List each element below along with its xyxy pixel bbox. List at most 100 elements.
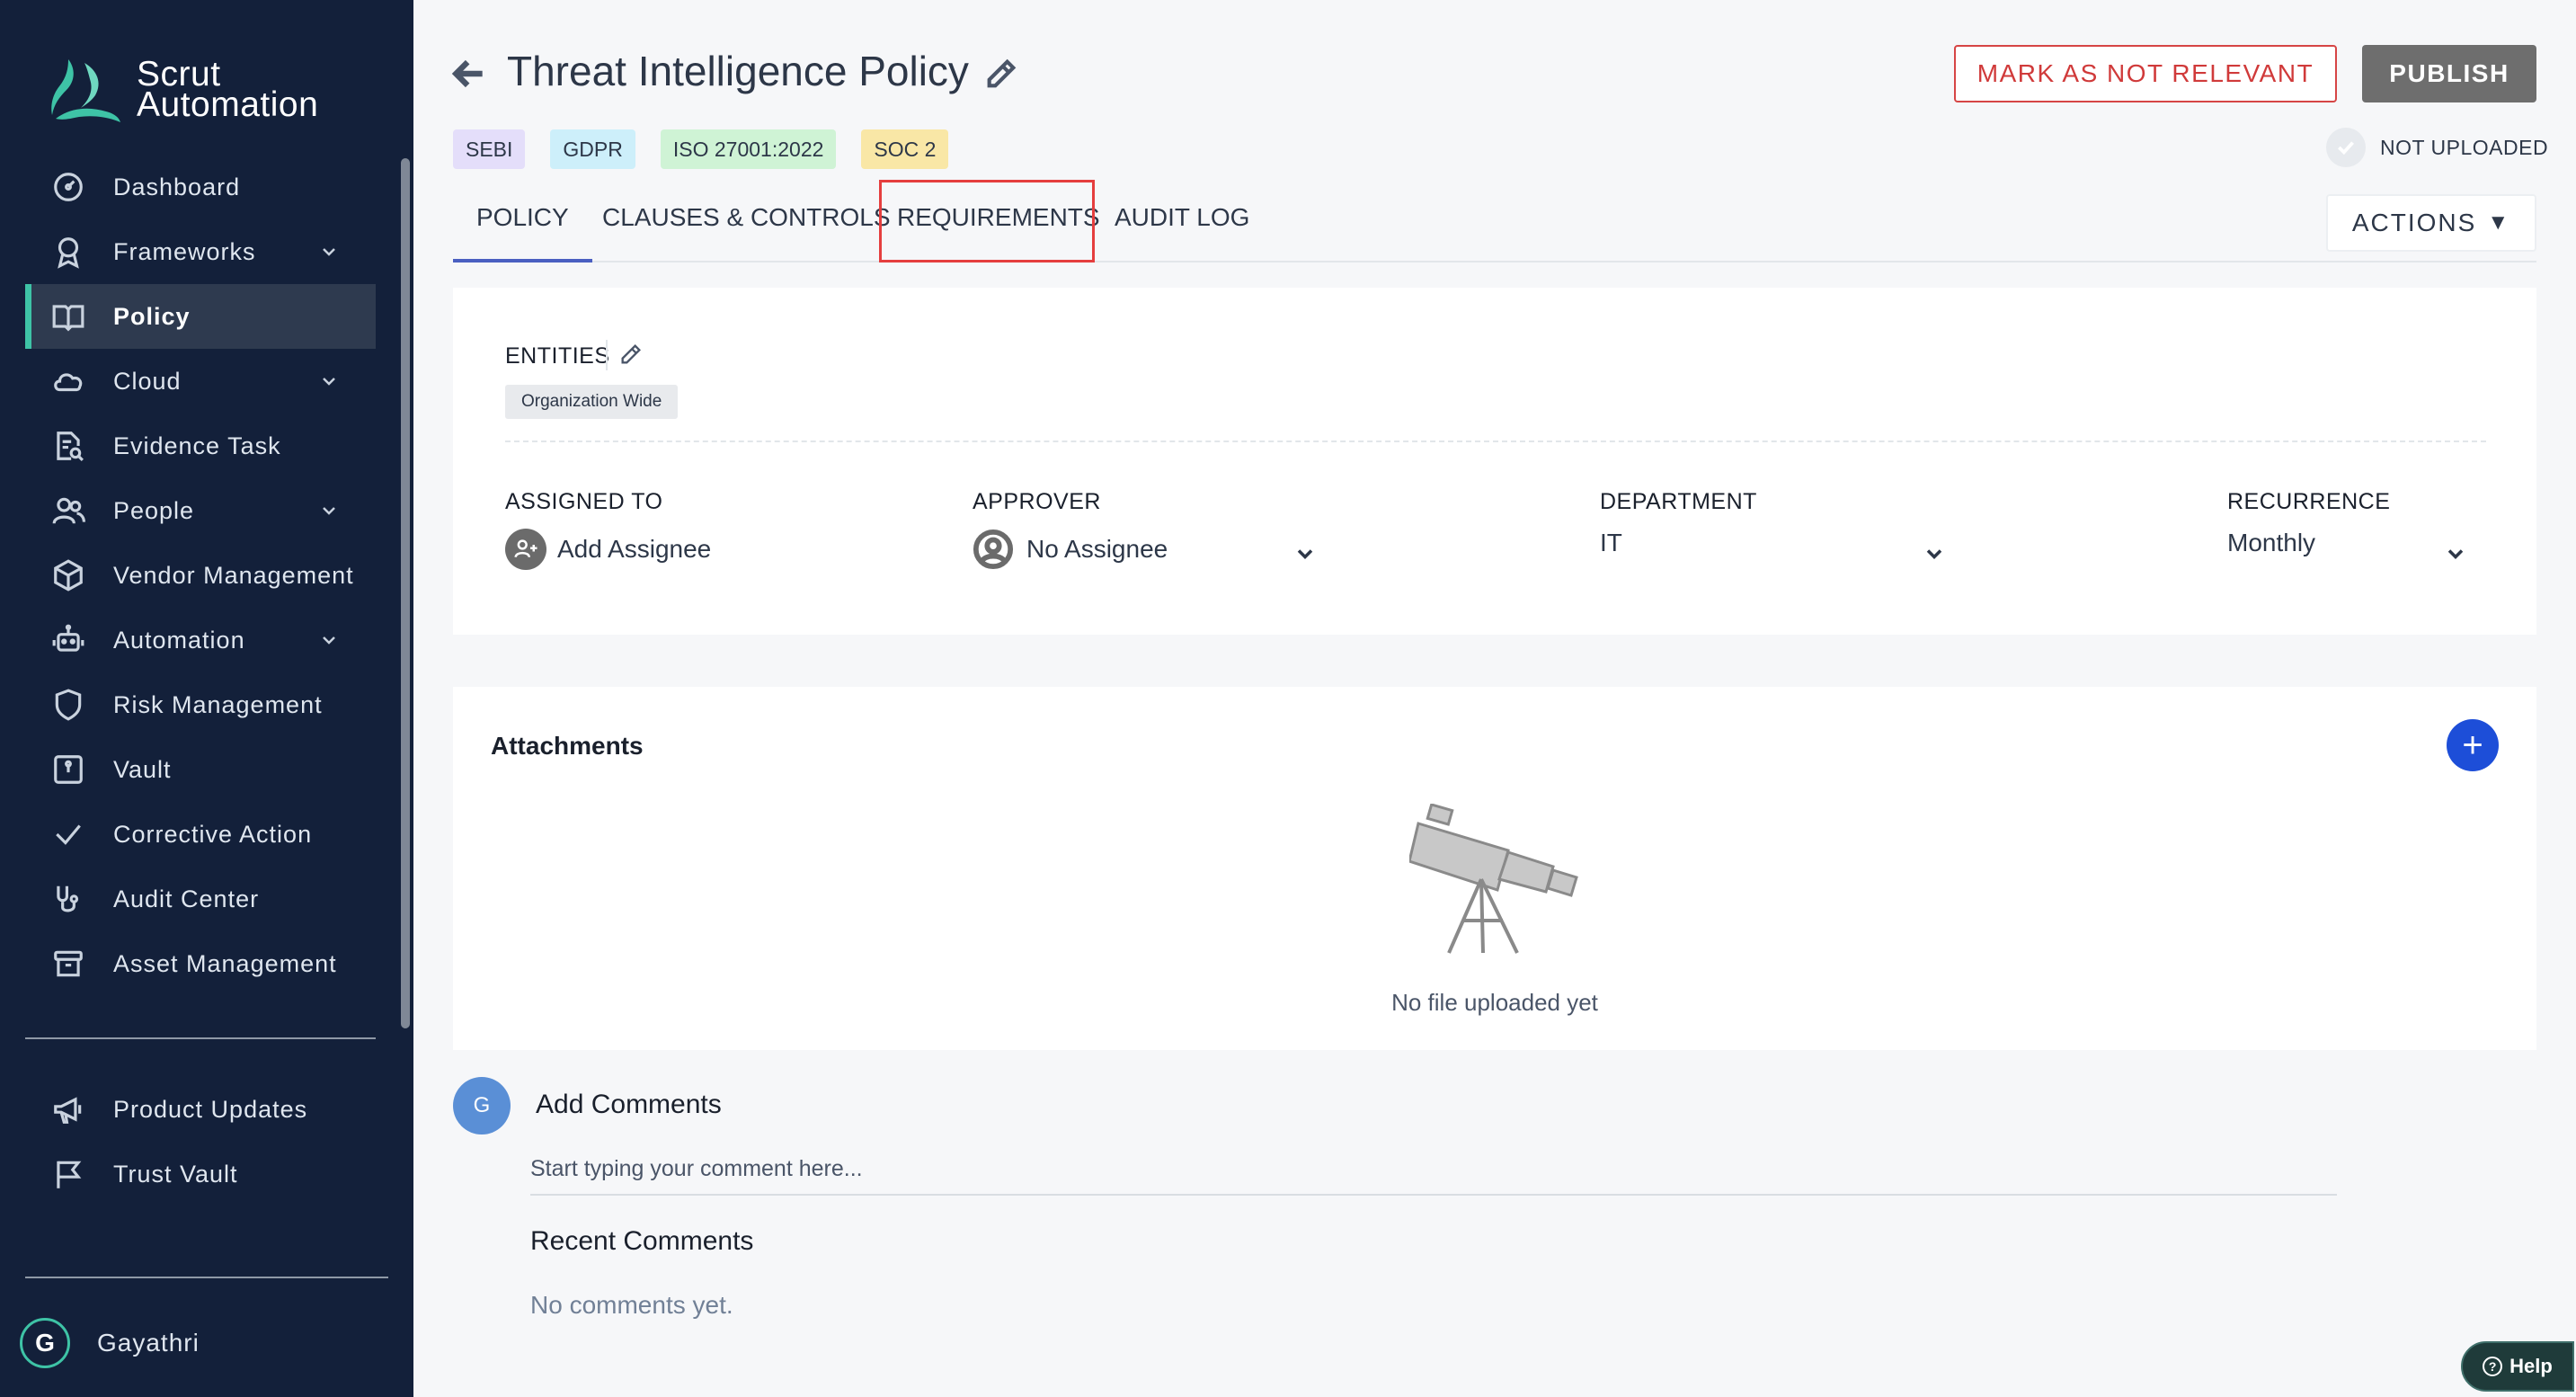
sidebar-item-people[interactable]: People [25,478,376,543]
user-profile[interactable]: G Gayathri [20,1318,200,1368]
sidebar-item-label: Evidence Task [113,432,281,459]
sidebar-item-label: Audit Center [113,885,260,912]
chevron-down-icon[interactable] [1292,541,1318,566]
help-label: Help [2509,1355,2553,1377]
sidebar-item-label: Dashboard [113,173,241,200]
sidebar-item-label: Risk Management [113,690,323,718]
recurrence-label: RECURRENCE [2227,489,2391,514]
brand-name: Scrut Automation [137,57,319,124]
add-attachment-button[interactable]: + [2447,719,2499,771]
avatar: G [20,1318,70,1368]
sidebar-item-product-updates[interactable]: Product Updates [25,1077,376,1142]
tab-audit-log[interactable]: AUDIT LOG [1115,203,1249,232]
policy-details-card: ENTITIES Organization Wide ASSIGNED TO A… [453,288,2536,635]
user-circle-icon [973,529,1014,570]
tab-bar: POLICY CLAUSES & CONTROLS REQUIREMENTS A… [453,185,2536,262]
entities-label: ENTITIES [505,343,610,369]
brand-line2: Automation [137,85,319,124]
attachments-title: Attachments [491,732,644,760]
sidebar-item-cloud[interactable]: Cloud [25,349,376,414]
empty-state-text: No file uploaded yet [1391,989,1598,1016]
user-name: Gayathri [97,1329,200,1357]
check-circle-icon [2326,128,2366,167]
tab-clauses-controls[interactable]: CLAUSES & CONTROLS [602,203,891,232]
recurrence-select[interactable]: Monthly [2227,529,2315,557]
status-badge: NOT UPLOADED [2380,135,2549,159]
tab-policy[interactable]: POLICY [453,203,592,262]
entity-chip: Organization Wide [505,385,679,419]
sidebar-item-frameworks[interactable]: Frameworks [25,219,376,284]
approver-select[interactable]: No Assignee [973,529,1168,570]
actions-dropdown-button[interactable]: ACTIONS ▼ [2326,194,2536,252]
add-user-icon [505,529,546,570]
sidebar-item-label: Vault [113,755,172,783]
publish-button[interactable]: PUBLISH [2362,45,2536,102]
chevron-down-icon[interactable] [318,500,340,521]
sidebar-item-vault[interactable]: Vault [25,737,376,802]
recent-comments-title: Recent Comments [530,1226,754,1256]
requirements-tab-highlight [879,180,1095,262]
brand-logo[interactable]: Scrut Automation [49,56,318,124]
sidebar-divider [25,1037,376,1039]
back-arrow-icon[interactable] [449,54,489,93]
caret-down-icon: ▼ [2487,210,2511,235]
stethoscope-icon [50,881,86,917]
chevron-down-icon[interactable] [318,370,340,392]
sidebar-item-dashboard[interactable]: Dashboard [25,155,376,219]
page-title: Threat Intelligence Policy [507,48,969,94]
sidebar-item-risk-management[interactable]: Risk Management [25,672,376,737]
add-assignee-label: Add Assignee [557,535,712,563]
add-assignee-button[interactable]: Add Assignee [505,529,711,570]
sidebar-item-corrective-action[interactable]: Corrective Action [25,802,376,867]
add-comments-title: Add Comments [536,1090,722,1119]
shield-icon [50,687,86,723]
open-book-icon [50,298,86,334]
dashed-divider [505,440,2486,442]
approver-value: No Assignee [1026,535,1168,563]
archive-box-icon [50,946,86,982]
chevron-down-icon[interactable] [2443,541,2468,566]
package-icon [50,557,86,593]
scrut-logo-icon [51,59,120,122]
people-icon [50,493,86,529]
framework-tags: SEBI GDPR ISO 27001:2022 SOC 2 [453,129,949,169]
check-icon [50,816,86,852]
tag-gdpr: GDPR [550,129,635,169]
sidebar-item-asset-management[interactable]: Asset Management [25,931,376,996]
sidebar-secondary-nav: Product Updates Trust Vault [25,1077,376,1206]
sidebar-item-label: Automation [113,626,245,654]
chevron-down-icon[interactable] [318,629,340,651]
comment-input[interactable] [530,1143,2337,1196]
recurrence-value: Monthly [2227,529,2316,556]
mark-not-relevant-button[interactable]: MARK AS NOT RELEVANT [1954,45,2337,102]
sidebar-item-automation[interactable]: Automation [25,608,376,672]
chevron-down-icon[interactable] [318,241,340,262]
sidebar-scrollbar[interactable] [401,158,410,1028]
document-search-icon [50,428,86,464]
edit-pencil-icon[interactable] [618,342,644,367]
sidebar-item-vendor-management[interactable]: Vendor Management [25,543,376,608]
upload-status: NOT UPLOADED [2326,128,2548,167]
avatar: G [453,1077,511,1135]
edit-pencil-icon[interactable] [983,56,1019,92]
attachments-card: Attachments + No file uploaded yet [453,687,2536,1050]
sidebar-item-label: Corrective Action [113,820,313,848]
cloud-icon [50,363,86,399]
chevron-down-icon[interactable] [1922,541,1947,566]
sidebar-item-label: Vendor Management [113,561,354,589]
department-select[interactable]: IT [1600,529,1622,557]
sidebar-item-trust-vault[interactable]: Trust Vault [25,1142,376,1206]
sidebar-item-audit-center[interactable]: Audit Center [25,867,376,931]
divider [606,340,608,370]
sidebar-item-evidence-task[interactable]: Evidence Task [25,414,376,478]
sidebar-item-label: Trust Vault [113,1160,238,1188]
help-button[interactable]: ? Help [2461,1341,2574,1392]
sidebar: Scrut Automation Dashboard Frameworks Po… [0,0,413,1397]
sidebar-divider [25,1277,388,1278]
sidebar-item-label: Product Updates [113,1095,308,1123]
award-ribbon-icon [50,234,86,270]
no-comments-text: No comments yet. [530,1291,733,1319]
dashboard-gauge-icon [50,169,86,205]
sidebar-item-policy[interactable]: Policy [25,284,376,349]
approver-label: APPROVER [973,489,1101,514]
